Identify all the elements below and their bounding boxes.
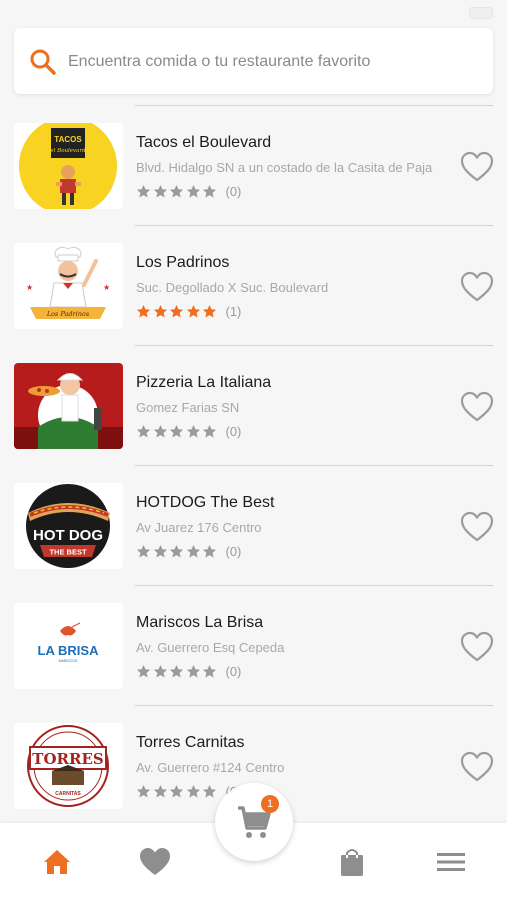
rating-count: (0): [225, 423, 242, 439]
svg-text:MARISCOS: MARISCOS: [59, 659, 78, 663]
svg-text:★: ★: [103, 283, 110, 292]
heart-icon[interactable]: [138, 845, 172, 879]
shopping-bag-icon[interactable]: [335, 845, 369, 879]
restaurant-rating: (0): [136, 542, 241, 560]
star-icon: [153, 664, 167, 677]
svg-text:TACOS: TACOS: [54, 135, 82, 144]
favorite-heart-icon[interactable]: [460, 271, 494, 303]
star-icon: [153, 784, 167, 797]
restaurant-name: HOTDOG The Best: [136, 494, 275, 511]
star-icon: [186, 544, 200, 557]
rating-count: (0): [225, 183, 242, 199]
restaurant-row-pizzeria-la-italiana[interactable]: Pizzeria La Italiana Gomez Farias SN (0): [0, 346, 507, 465]
restaurant-row-mariscos-la-brisa[interactable]: LA BRISA MARISCOS Mariscos La Brisa Av. …: [0, 586, 507, 705]
star-rating: [136, 544, 219, 559]
restaurant-rating: (0): [136, 662, 241, 680]
restaurant-row-hotdog-the-best[interactable]: HOT DOG THE BEST HOTDOG The Best Av Juar…: [0, 466, 507, 585]
restaurant-address: Gomez Farias SN: [136, 400, 240, 415]
svg-text:LA BRISA: LA BRISA: [38, 643, 100, 658]
restaurant-name: Los Padrinos: [136, 254, 230, 271]
favorite-heart-icon[interactable]: [460, 511, 494, 543]
restaurant-address: Av. Guerrero #124 Centro: [136, 760, 285, 775]
star-icon: [169, 424, 184, 437]
star-icon: [136, 784, 151, 797]
cart-badge: 1: [261, 795, 279, 813]
restaurant-rating: (0): [136, 422, 241, 440]
star-icon: [136, 544, 151, 557]
restaurant-row-tacos-el-boulevard[interactable]: TACOS el Boulevard Tacos el Boulevard Bl…: [0, 106, 507, 225]
favorite-heart-icon[interactable]: [460, 631, 494, 663]
favorite-heart-icon[interactable]: [460, 391, 494, 423]
star-icon: [202, 424, 217, 437]
rating-count: (1): [225, 303, 242, 319]
restaurant-logo: TACOS el Boulevard: [14, 123, 123, 209]
restaurant-name: Pizzeria La Italiana: [136, 374, 272, 391]
restaurant-logo: ★ ★ Los Padrinos: [14, 243, 123, 329]
restaurant-logo: [14, 363, 123, 449]
restaurant-row-los-padrinos[interactable]: ★ ★ Los Padrinos Los Padrinos Suc. Degol…: [0, 226, 507, 345]
svg-text:Los Padrinos: Los Padrinos: [46, 310, 90, 318]
star-icon: [169, 784, 184, 797]
restaurant-address: Blvd. Hidalgo SN a un costado de la Casi…: [136, 160, 433, 175]
star-icon: [136, 664, 151, 677]
star-icon: [202, 304, 217, 317]
star-icon: [169, 544, 184, 557]
restaurant-logo: HOT DOG THE BEST: [14, 483, 123, 569]
star-rating: [136, 424, 219, 439]
status-bar: [0, 0, 507, 26]
star-icon: [169, 184, 184, 197]
star-icon: [202, 784, 217, 797]
star-icon: [169, 664, 184, 677]
star-icon: [186, 184, 200, 197]
rating-count: (0): [225, 543, 242, 559]
restaurant-rating: (0): [136, 182, 241, 200]
star-icon: [202, 544, 217, 557]
star-icon: [186, 304, 200, 317]
favorite-heart-icon[interactable]: [460, 751, 494, 783]
star-rating: [136, 304, 219, 319]
svg-text:★: ★: [26, 283, 33, 292]
rating-count: (0): [225, 663, 242, 679]
star-icon: [186, 784, 200, 797]
star-rating: [136, 664, 219, 679]
star-icon: [136, 424, 151, 437]
restaurant-logo: LA BRISA MARISCOS: [14, 603, 123, 689]
star-rating: [136, 184, 219, 199]
svg-text:THE BEST: THE BEST: [49, 548, 87, 557]
star-icon: [202, 184, 217, 197]
search-icon: [30, 49, 56, 75]
star-icon: [153, 544, 167, 557]
star-icon: [153, 424, 167, 437]
cart-button[interactable]: 1: [215, 783, 293, 861]
restaurant-address: Av. Guerrero Esq Cepeda: [136, 640, 285, 655]
restaurant-name: Tacos el Boulevard: [136, 134, 272, 151]
star-icon: [202, 664, 217, 677]
star-icon: [169, 304, 184, 317]
star-rating: [136, 784, 219, 799]
svg-text:el Boulevard: el Boulevard: [50, 148, 86, 154]
search-input[interactable]: [68, 50, 468, 74]
restaurant-rating: (1): [136, 302, 241, 320]
battery-icon: [469, 7, 493, 19]
menu-icon[interactable]: [434, 845, 468, 879]
restaurant-name: Torres Carnitas: [136, 734, 245, 751]
home-icon[interactable]: [40, 845, 74, 879]
star-icon: [153, 184, 167, 197]
star-icon: [136, 304, 151, 317]
favorite-heart-icon[interactable]: [460, 151, 494, 183]
svg-text:CARNITAS: CARNITAS: [55, 791, 81, 797]
star-icon: [153, 304, 167, 317]
restaurant-logo: TORRES CARNITAS: [14, 723, 123, 809]
restaurant-address: Suc. Degollado X Suc. Boulevard: [136, 280, 329, 295]
restaurant-address: Av Juarez 176 Centro: [136, 520, 262, 535]
restaurant-name: Mariscos La Brisa: [136, 614, 264, 631]
star-icon: [186, 664, 200, 677]
svg-text:HOT DOG: HOT DOG: [33, 527, 103, 544]
star-icon: [136, 184, 151, 197]
star-icon: [186, 424, 200, 437]
